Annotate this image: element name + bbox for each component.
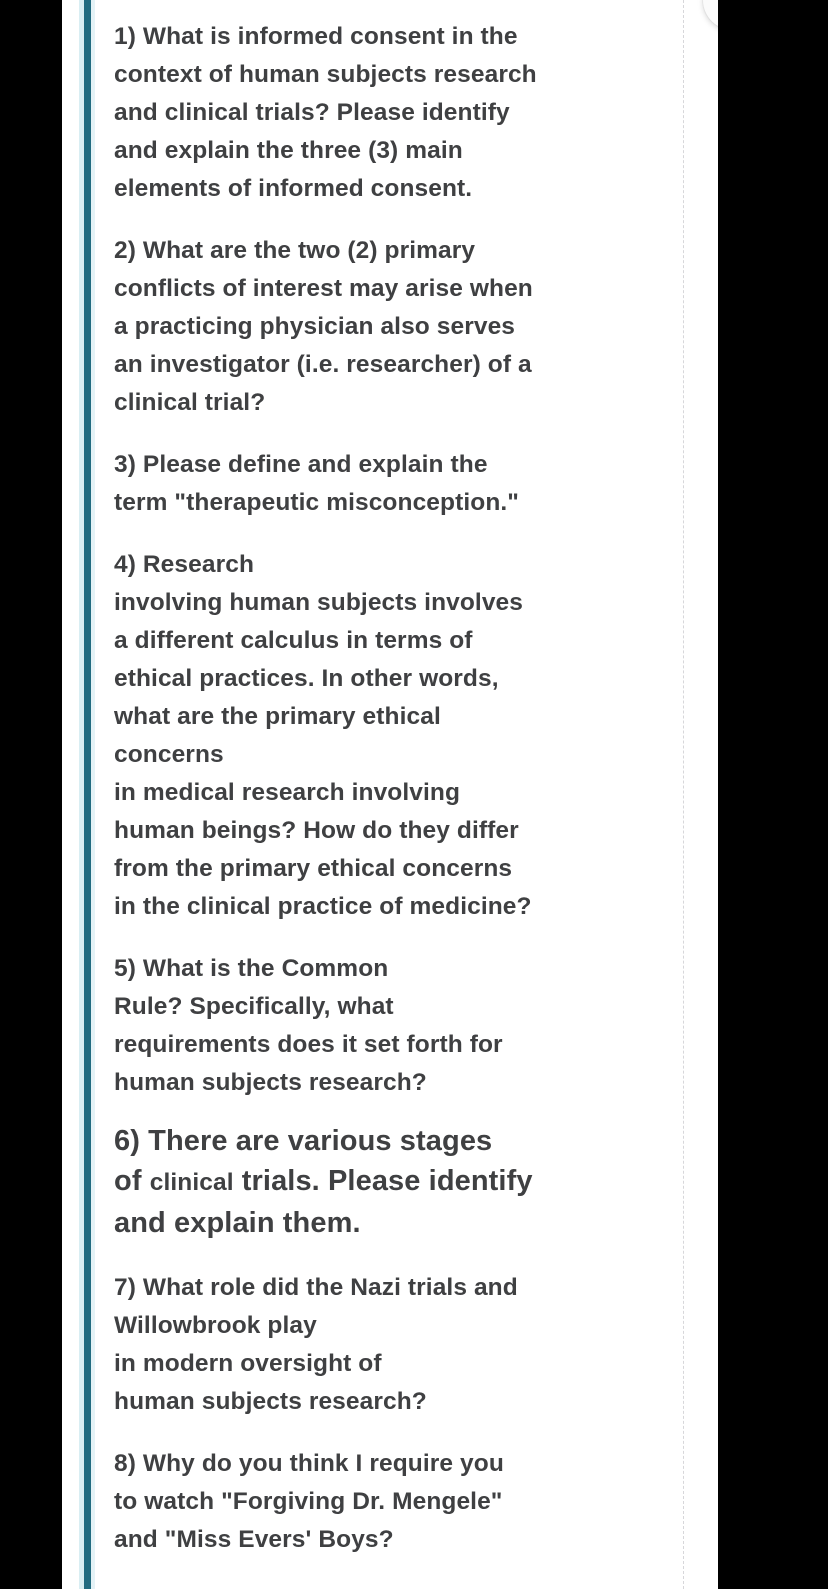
left-accent-bar <box>84 0 91 1589</box>
question-text-2: 2) What are the two (2) primary conflict… <box>114 237 533 416</box>
screen-viewport: 1) What is informed consent in the conte… <box>0 0 828 1589</box>
question-item-1: 1) What is informed consent in the conte… <box>114 18 584 208</box>
question-text-3: 3) Please define and explain the term "t… <box>114 451 520 516</box>
question-item-4: 4) Research involving human subjects inv… <box>114 546 584 926</box>
question-item-7: 7) What role did the Nazi trials and Wil… <box>114 1269 584 1421</box>
dashed-guide-line <box>683 0 684 1589</box>
question-item-3: 3) Please define and explain the term "t… <box>114 446 584 522</box>
question-text-4: 4) Research involving human subjects inv… <box>114 551 532 920</box>
question-text-6: 6) There are various stages of clinical … <box>114 1121 594 1243</box>
question-item-8: 8) Why do you think I require you to wat… <box>114 1445 584 1559</box>
question-text-5: 5) What is the Common Rule? Specifically… <box>114 955 503 1096</box>
accent-rail-glow-right <box>91 0 95 1589</box>
document-page: 1) What is informed consent in the conte… <box>62 0 718 1589</box>
question-item-2: 2) What are the two (2) primary conflict… <box>114 232 584 422</box>
question-text-1: 1) What is informed consent in the conte… <box>114 23 537 202</box>
question-text-7: 7) What role did the Nazi trials and Wil… <box>114 1274 518 1415</box>
question-6-segment-small: clinical <box>149 1169 234 1196</box>
next-button[interactable] <box>703 0 718 30</box>
questions-list: 1) What is informed consent in the conte… <box>114 0 674 1589</box>
question-item-5: 5) What is the Common Rule? Specifically… <box>114 950 584 1102</box>
question-item-6: 6) There are various stages of clinical … <box>114 1121 594 1243</box>
question-text-8: 8) Why do you think I require you to wat… <box>114 1450 504 1553</box>
